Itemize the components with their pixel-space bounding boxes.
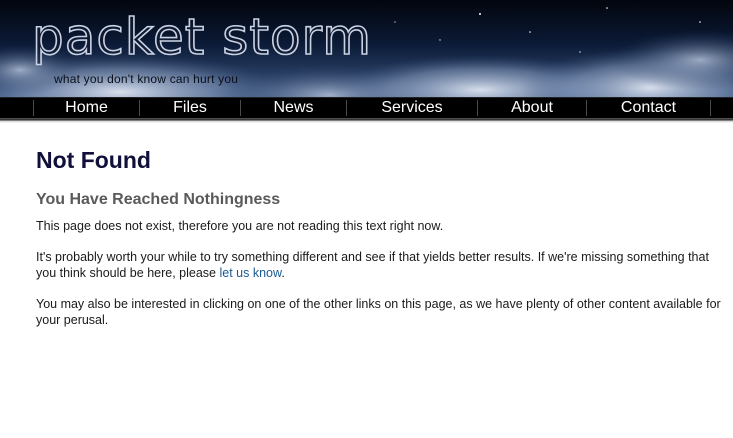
nav-item-contact[interactable]: Contact [587,98,710,118]
nav-item-home[interactable]: Home [34,98,139,118]
nav-separator [710,100,711,116]
paragraph-not-exist: This page does not exist, therefore you … [36,219,444,233]
paragraph-try-different: It's probably worth your while to try so… [36,249,721,281]
nav-item-about[interactable]: About [478,98,586,118]
main-content: Not Found You Have Reached Nothingness T… [36,146,721,328]
nav-item-news[interactable]: News [241,98,346,118]
paragraph-text-end: . [281,266,285,280]
site-logo[interactable]: packet storm [31,11,372,63]
nav-bottom-border [0,118,733,123]
page-subtitle: You Have Reached Nothingness [36,191,281,208]
site-header: packet storm what you don't know can hur… [0,0,733,97]
main-nav: Home Files News Services About Contact [0,97,733,118]
nav-item-files[interactable]: Files [140,98,240,118]
nav-item-services[interactable]: Services [347,98,477,118]
paragraph-text: It's probably worth your while to try so… [36,250,709,280]
page-title: Not Found [36,147,151,173]
site-tagline: what you don't know can hurt you [54,72,239,86]
paragraph-other-links: You may also be interested in clicking o… [36,297,721,327]
let-us-know-link[interactable]: let us know [219,266,281,280]
